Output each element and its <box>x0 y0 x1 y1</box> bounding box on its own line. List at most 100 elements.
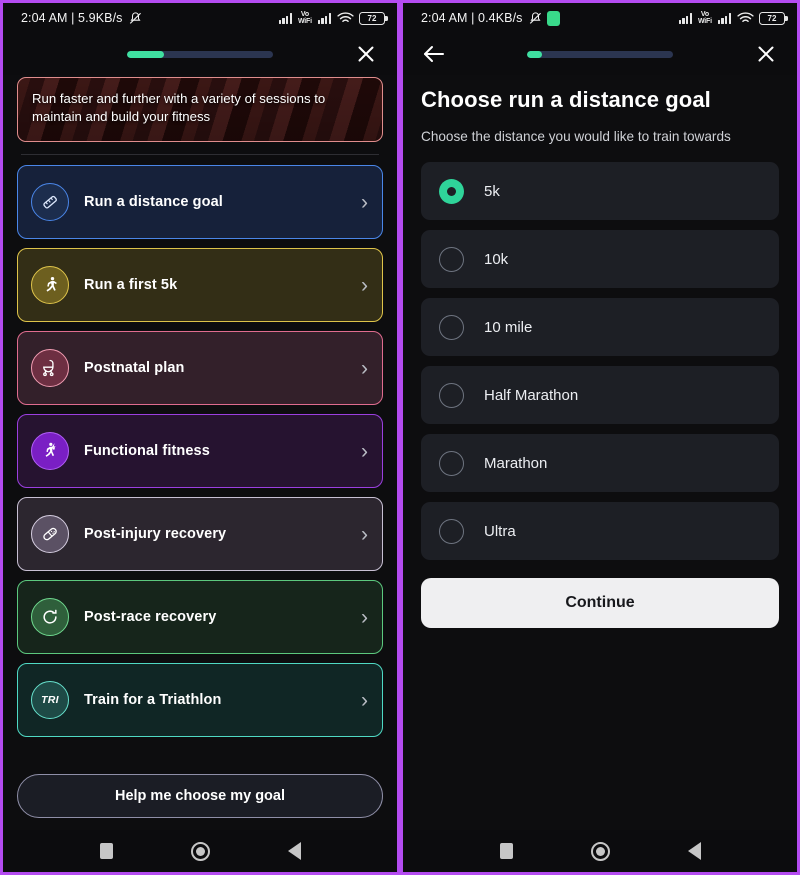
goal-card-label: Run a distance goal <box>84 194 223 210</box>
volte-wifi-icon-2: Vo WiFi <box>697 10 712 26</box>
lightning-person-icon <box>31 432 69 470</box>
cellular-signal-icon-4 <box>717 12 731 24</box>
progress-wrap-left <box>59 50 341 58</box>
goal-card-post-injury-recovery[interactable]: Post-injury recovery › <box>17 497 383 571</box>
distance-option-list: 5k 10k 10 mile Half Marathon Marathon Ultra <box>421 162 779 560</box>
continue-button[interactable]: Continue <box>421 578 779 628</box>
right-panel-body: Choose run a distance goal Choose the di… <box>403 75 797 830</box>
left-app-bar <box>3 33 397 75</box>
distance-option-label: Half Marathon <box>484 386 579 404</box>
right-appbar-right-slot <box>741 39 781 69</box>
battery-icon: 72 <box>359 11 388 25</box>
status-bar-left-group: 2:04 AM | 5.9KB/s <box>21 11 142 25</box>
distance-option-ultra[interactable]: Ultra <box>421 502 779 560</box>
silent-bell-icon <box>128 11 142 25</box>
goal-card-label: Run a first 5k <box>84 277 178 293</box>
triathlon-icon: TRI <box>31 681 69 719</box>
goal-card-train-for-a-triathlon[interactable]: TRI Train for a Triathlon › <box>17 663 383 737</box>
square-recents-icon-2[interactable] <box>499 843 513 859</box>
status-time-rate-2: 2:04 AM | 0.4KB/s <box>421 11 523 25</box>
chevron-right-icon: › <box>361 356 368 380</box>
close-button-left[interactable] <box>351 39 381 69</box>
distance-option-10k[interactable]: 10k <box>421 230 779 288</box>
status-bar-right: 2:04 AM | 0.4KB/s Vo WiFi 72 <box>403 3 797 33</box>
square-recents-icon[interactable] <box>99 843 113 859</box>
android-nav-bar-right <box>403 830 797 872</box>
radio-button[interactable] <box>439 382 464 408</box>
android-nav-bar-left <box>3 830 397 872</box>
bandage-icon <box>31 515 69 553</box>
stroller-icon <box>31 349 69 387</box>
back-button[interactable] <box>419 39 449 69</box>
close-icon <box>358 46 374 62</box>
chevron-right-icon: › <box>361 688 368 712</box>
left-appbar-right-slot <box>341 39 381 69</box>
goal-card-label: Functional fitness <box>84 443 210 459</box>
distance-option-label: Ultra <box>484 522 516 540</box>
goal-card-functional-fitness[interactable]: Functional fitness › <box>17 414 383 488</box>
distance-option-label: 10 mile <box>484 318 533 336</box>
battery-level-2: 72 <box>767 13 777 23</box>
status-time-rate: 2:04 AM | 5.9KB/s <box>21 11 123 25</box>
page-title: Choose run a distance goal <box>421 87 711 112</box>
battery-level: 72 <box>367 13 377 23</box>
circle-home-icon[interactable] <box>190 841 210 861</box>
goal-card-run-a-distance-goal[interactable]: Run a distance goal › <box>17 165 383 239</box>
onboarding-progress-bar-left <box>127 50 273 58</box>
chevron-right-icon: › <box>361 522 368 546</box>
status-bar-right-group-2: Vo WiFi 72 <box>678 10 788 26</box>
page-subtitle: Choose the distance you would like to tr… <box>421 129 731 144</box>
distance-option-5k[interactable]: 5k <box>421 162 779 220</box>
app-screenshot: 2:04 AM | 5.9KB/s Vo WiFi 72 Run faster … <box>0 0 800 875</box>
triangle-back-icon[interactable] <box>287 842 301 860</box>
hero-text: Run faster and further with a variety of… <box>32 91 326 124</box>
radio-button[interactable] <box>439 450 464 476</box>
progress-fill <box>127 50 164 58</box>
progress-fill-right <box>527 50 542 58</box>
right-app-bar <box>403 33 797 75</box>
distance-option-label: 5k <box>484 182 500 200</box>
progress-wrap-right <box>459 50 741 58</box>
refresh-circle-icon <box>31 598 69 636</box>
distance-option-label: 10k <box>484 250 509 268</box>
chevron-right-icon: › <box>361 190 368 214</box>
goal-card-postnatal-plan[interactable]: Postnatal plan › <box>17 331 383 405</box>
fingerprint-icon <box>546 10 560 26</box>
help-me-choose-button[interactable]: Help me choose my goal <box>17 774 383 818</box>
circle-home-icon-2[interactable] <box>590 841 610 861</box>
radio-button-selected[interactable] <box>439 178 464 204</box>
right-appbar-left-slot <box>419 39 459 69</box>
distance-option-half-marathon[interactable]: Half Marathon <box>421 366 779 424</box>
goal-card-run-a-first-5k[interactable]: Run a first 5k › <box>17 248 383 322</box>
goal-card-label: Train for a Triathlon <box>84 692 222 708</box>
radio-button[interactable] <box>439 518 464 544</box>
goal-card-label: Post-race recovery <box>84 609 217 625</box>
goal-card-label: Post-injury recovery <box>84 526 227 542</box>
radio-button[interactable] <box>439 314 464 340</box>
goal-card-list: Run a distance goal › Run a first 5k › Postn… <box>17 165 383 737</box>
goal-card-post-race-recovery[interactable]: Post-race recovery › <box>17 580 383 654</box>
distance-option-label: Marathon <box>484 454 548 472</box>
status-bar-left: 2:04 AM | 5.9KB/s Vo WiFi 72 <box>3 3 397 33</box>
section-divider <box>21 154 379 155</box>
back-arrow-icon <box>424 46 444 62</box>
cellular-signal-icon <box>278 12 292 24</box>
goal-card-label: Postnatal plan <box>84 360 185 376</box>
chevron-right-icon: › <box>361 439 368 463</box>
runner-icon <box>31 266 69 304</box>
right-phone-panel: 2:04 AM | 0.4KB/s Vo WiFi 72 Choose run … <box>400 0 800 875</box>
status-bar-right-group: Vo WiFi 72 <box>278 10 388 26</box>
cellular-signal-icon-2 <box>317 12 331 24</box>
triangle-back-icon-2[interactable] <box>687 842 701 860</box>
silent-bell-icon-2 <box>528 11 542 25</box>
distance-option-10-mile[interactable]: 10 mile <box>421 298 779 356</box>
distance-option-marathon[interactable]: Marathon <box>421 434 779 492</box>
chevron-right-icon: › <box>361 605 368 629</box>
onboarding-progress-bar-right <box>527 50 673 58</box>
radio-button[interactable] <box>439 246 464 272</box>
volte-wifi-icon: Vo WiFi <box>297 10 312 26</box>
chevron-right-icon: › <box>361 273 368 297</box>
ruler-icon <box>31 183 69 221</box>
close-button-right[interactable] <box>751 39 781 69</box>
left-phone-panel: 2:04 AM | 5.9KB/s Vo WiFi 72 Run faster … <box>0 0 400 875</box>
